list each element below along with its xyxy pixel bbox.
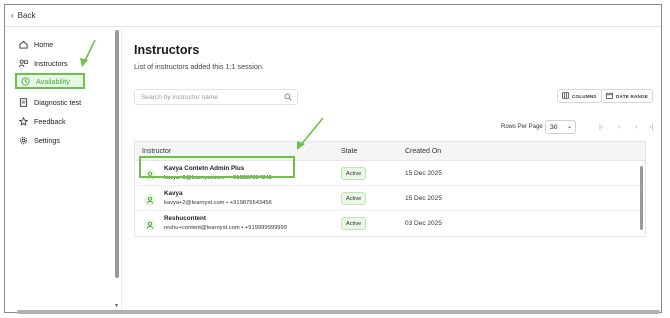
document-icon bbox=[19, 97, 28, 107]
sidebar-item-label: Availability bbox=[36, 76, 70, 86]
sidebar-item-diagnostic-test[interactable]: Diagnostic test bbox=[15, 94, 111, 110]
created-on: 15 Dec 2025 bbox=[405, 170, 442, 177]
columns-button[interactable]: COLUMNS bbox=[557, 89, 602, 103]
sidebar-item-home[interactable]: Home bbox=[15, 36, 111, 52]
clock-icon bbox=[21, 76, 30, 86]
chevron-left-icon: ‹ bbox=[11, 11, 14, 20]
instructor-contact: reshu+content@learnyst.com • +9199999999… bbox=[164, 225, 287, 231]
avatar bbox=[144, 194, 156, 206]
rows-per-page-select[interactable]: 30 ⌄ bbox=[545, 120, 576, 134]
chevron-down-icon: ⌄ bbox=[566, 124, 572, 130]
columns-label: COLUMNS bbox=[572, 93, 597, 99]
status-badge: Active bbox=[341, 192, 367, 205]
sidebar-item-label: Instructors bbox=[34, 58, 68, 68]
instructor-contact: kavya+2@learnyst.com • +919876543456 bbox=[164, 200, 272, 206]
first-row-highlight bbox=[139, 156, 295, 178]
columns-icon bbox=[562, 92, 569, 100]
sidebar: Home Instructors Availability Diagnostic… bbox=[5, 28, 122, 312]
sidebar-item-settings[interactable]: Settings bbox=[15, 132, 111, 148]
app-window: ‹ Back Home Instructors Availability Dia… bbox=[4, 4, 662, 314]
page-subtitle: List of instructors added this 1:1 sessi… bbox=[134, 62, 264, 71]
last-page-icon[interactable]: ›| bbox=[649, 122, 653, 131]
gear-icon bbox=[19, 136, 28, 145]
back-button[interactable]: ‹ Back bbox=[11, 11, 35, 20]
table-row[interactable]: Reshucontent reshu+content@learnyst.com … bbox=[135, 211, 645, 236]
column-header-created-on[interactable]: Created On bbox=[405, 148, 441, 155]
date-range-label: DATE RANGE bbox=[616, 93, 649, 99]
created-on: 15 Dec 2025 bbox=[405, 195, 442, 202]
calendar-icon bbox=[606, 92, 613, 100]
status-badge: Active bbox=[341, 217, 367, 230]
rows-per-page-value: 30 bbox=[550, 123, 558, 131]
table-row[interactable]: Kavya kavya+2@learnyst.com • +9198765434… bbox=[135, 186, 645, 211]
top-bar: ‹ Back bbox=[5, 5, 661, 27]
first-page-icon[interactable]: |‹ bbox=[599, 122, 603, 131]
scroll-down-arrow-icon[interactable]: ▼ bbox=[114, 303, 119, 309]
search-icon bbox=[284, 93, 292, 103]
star-icon bbox=[19, 116, 28, 126]
table-scrollbar[interactable] bbox=[640, 166, 643, 230]
avatar bbox=[144, 219, 156, 231]
search-placeholder: Search by instructor name bbox=[141, 93, 218, 101]
prev-page-icon[interactable]: ‹ bbox=[618, 122, 621, 131]
search-input[interactable]: Search by instructor name bbox=[134, 89, 298, 105]
next-page-icon[interactable]: › bbox=[635, 122, 638, 131]
sidebar-item-label: Diagnostic test bbox=[34, 97, 82, 107]
column-header-instructor[interactable]: Instructor bbox=[142, 148, 171, 155]
sidebar-scrollbar[interactable] bbox=[115, 30, 119, 278]
created-on: 03 Dec 2025 bbox=[405, 220, 442, 227]
instructors-icon bbox=[19, 59, 28, 68]
instructor-name: Reshucontent bbox=[164, 215, 206, 222]
sidebar-item-label: Settings bbox=[34, 135, 60, 145]
sidebar-item-feedback[interactable]: Feedback bbox=[15, 113, 111, 129]
sidebar-item-availability[interactable]: Availability bbox=[15, 73, 85, 89]
back-label: Back bbox=[17, 11, 36, 20]
instructor-name: Kavya bbox=[164, 190, 183, 197]
page-title: Instructors bbox=[134, 43, 200, 57]
horizontal-scrollbar[interactable] bbox=[17, 310, 660, 314]
date-range-button[interactable]: DATE RANGE bbox=[601, 89, 654, 103]
column-header-state[interactable]: State bbox=[341, 148, 357, 155]
home-icon bbox=[19, 40, 28, 49]
status-badge: Active bbox=[341, 167, 367, 180]
sidebar-item-label: Home bbox=[34, 39, 54, 49]
sidebar-item-label: Feedback bbox=[34, 116, 66, 126]
sidebar-item-instructors[interactable]: Instructors bbox=[15, 55, 111, 71]
rows-per-page-label: Rows Per Page bbox=[501, 124, 543, 130]
